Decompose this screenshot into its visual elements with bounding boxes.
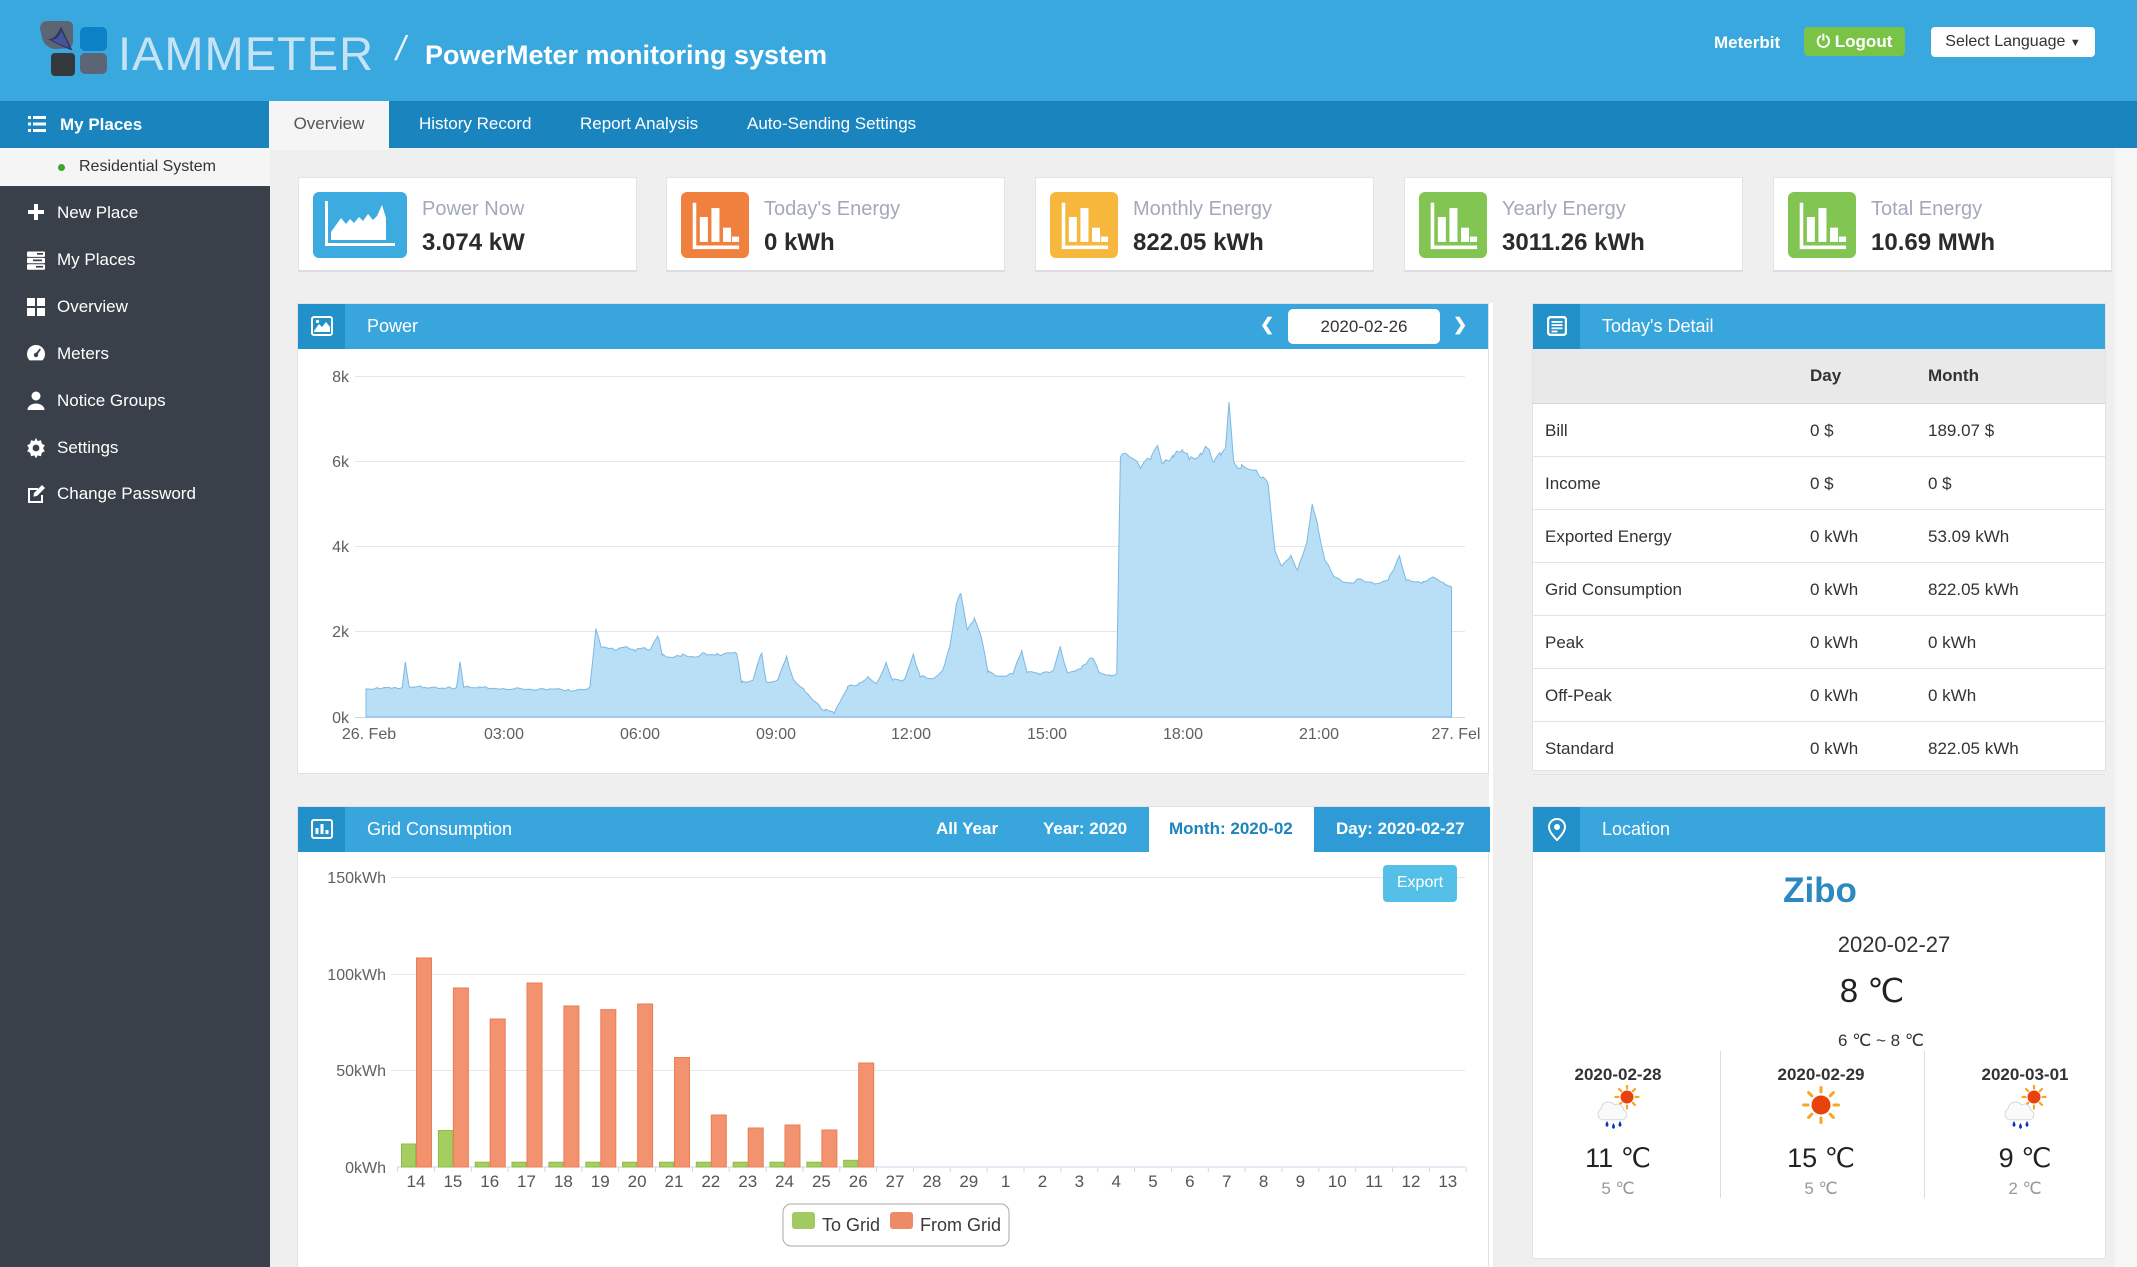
svg-text:To Grid: To Grid (822, 1215, 880, 1235)
svg-text:21: 21 (665, 1172, 684, 1191)
svg-text:20: 20 (628, 1172, 647, 1191)
svg-text:0k: 0k (332, 710, 350, 727)
svg-text:3: 3 (1075, 1172, 1084, 1191)
svg-text:100kWh: 100kWh (327, 967, 386, 984)
svg-text:0kWh: 0kWh (345, 1160, 386, 1177)
svg-text:09:00: 09:00 (756, 726, 796, 743)
svg-text:21:00: 21:00 (1299, 726, 1339, 743)
svg-text:26. Feb: 26. Feb (342, 726, 396, 743)
svg-text:25: 25 (812, 1172, 831, 1191)
svg-text:8: 8 (1259, 1172, 1268, 1191)
svg-text:18: 18 (554, 1172, 573, 1191)
svg-text:19: 19 (591, 1172, 610, 1191)
svg-text:27: 27 (886, 1172, 905, 1191)
svg-text:27. Fel: 27. Fel (1432, 726, 1481, 743)
svg-text:24: 24 (775, 1172, 794, 1191)
svg-text:14: 14 (407, 1172, 426, 1191)
svg-text:6: 6 (1185, 1172, 1194, 1191)
svg-text:11: 11 (1365, 1172, 1383, 1191)
svg-text:5: 5 (1148, 1172, 1157, 1191)
svg-text:12: 12 (1402, 1172, 1421, 1191)
svg-text:6k: 6k (332, 454, 350, 471)
svg-text:7: 7 (1222, 1172, 1231, 1191)
svg-text:15: 15 (443, 1172, 462, 1191)
svg-text:03:00: 03:00 (484, 726, 524, 743)
svg-text:18:00: 18:00 (1163, 726, 1203, 743)
svg-text:8k: 8k (332, 369, 350, 386)
svg-text:23: 23 (738, 1172, 757, 1191)
svg-text:10: 10 (1328, 1172, 1347, 1191)
svg-text:12:00: 12:00 (891, 726, 931, 743)
svg-text:22: 22 (701, 1172, 720, 1191)
svg-text:9: 9 (1296, 1172, 1305, 1191)
svg-text:06:00: 06:00 (620, 726, 660, 743)
svg-text:28: 28 (922, 1172, 941, 1191)
svg-text:13: 13 (1438, 1172, 1457, 1191)
svg-text:29: 29 (959, 1172, 978, 1191)
svg-text:15:00: 15:00 (1027, 726, 1067, 743)
svg-text:From Grid: From Grid (920, 1215, 1001, 1235)
svg-text:1: 1 (1001, 1172, 1010, 1191)
svg-text:16: 16 (480, 1172, 499, 1191)
svg-text:50kWh: 50kWh (336, 1063, 386, 1080)
svg-text:2: 2 (1038, 1172, 1047, 1191)
svg-text:4: 4 (1111, 1172, 1120, 1191)
svg-text:17: 17 (517, 1172, 536, 1191)
svg-text:2k: 2k (332, 624, 350, 641)
svg-text:150kWh: 150kWh (327, 870, 386, 887)
svg-text:4k: 4k (332, 539, 350, 556)
svg-text:26: 26 (849, 1172, 868, 1191)
